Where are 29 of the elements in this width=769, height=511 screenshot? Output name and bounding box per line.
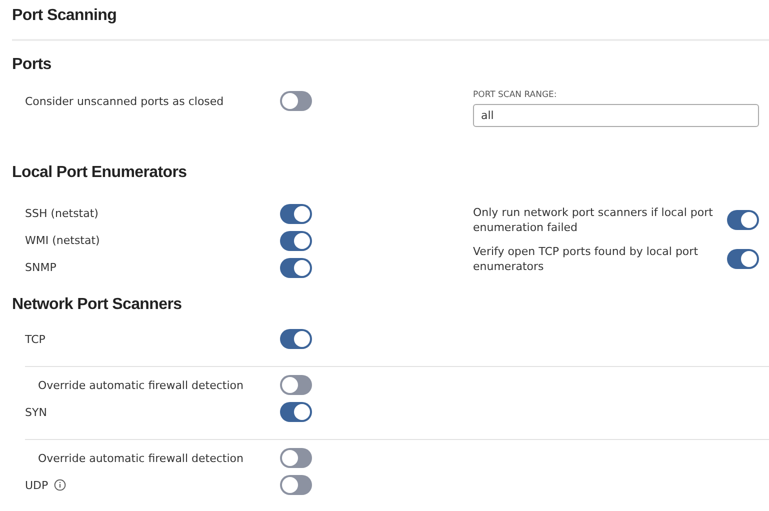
toggle-switch[interactable] xyxy=(280,329,312,349)
option-label: Consider unscanned ports as closed xyxy=(25,94,224,108)
option-label: Verify open TCP ports found by local port enumerators xyxy=(473,244,700,274)
section-heading: Local Port Enumerators xyxy=(12,163,188,183)
toggle-switch[interactable] xyxy=(280,91,312,111)
option-label: Override automatic firewall detection xyxy=(38,378,244,392)
section-heading: Ports xyxy=(12,55,52,75)
scanner-label: SYN xyxy=(25,406,47,418)
toggle-switch[interactable] xyxy=(727,248,759,268)
section-heading: Network Port Scanners xyxy=(12,295,183,315)
option-label: SSH (netstat) xyxy=(25,207,98,220)
toggle-switch[interactable] xyxy=(280,204,312,224)
info-icon[interactable] xyxy=(54,479,66,491)
toggle-switch[interactable] xyxy=(280,230,312,250)
option-label: Only run network port scanners if local port enumeration failed xyxy=(473,204,713,234)
option-label: Override automatic firewall detection xyxy=(38,452,244,464)
toggle-switch[interactable] xyxy=(280,448,312,468)
toggle-switch[interactable] xyxy=(280,258,312,278)
option-label: SNMP xyxy=(25,261,56,274)
scanner-label: UDP xyxy=(25,478,48,492)
toggle-switch[interactable] xyxy=(727,210,759,230)
field-label: PORT SCAN RANGE: xyxy=(473,90,558,100)
option-label: WMI (netstat) xyxy=(25,234,100,247)
toggle-switch[interactable] xyxy=(280,402,312,422)
scanner-label: TCP xyxy=(25,332,46,346)
input-field[interactable]: all xyxy=(473,104,759,127)
toggle-switch[interactable] xyxy=(280,375,312,395)
toggle-switch[interactable] xyxy=(280,475,312,495)
page-title: Port Scanning xyxy=(12,7,118,26)
